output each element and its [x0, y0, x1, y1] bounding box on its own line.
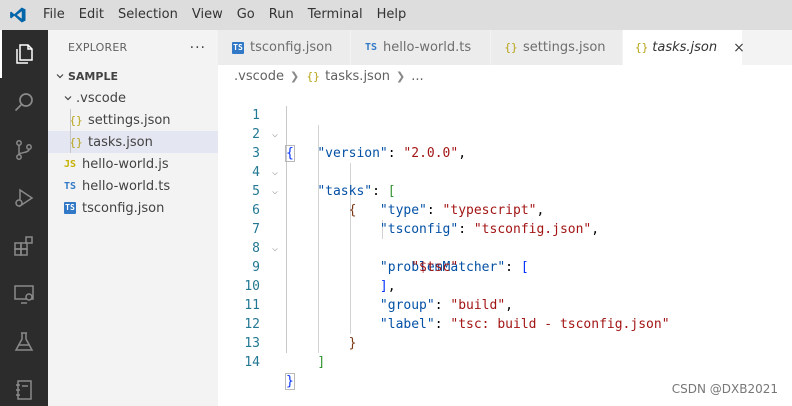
- code-line: 2 "version": "2.0.0",: [218, 106, 792, 161]
- close-icon[interactable]: ×: [733, 40, 745, 56]
- ts-file-icon: TS: [364, 42, 378, 53]
- code-line: 8 "$tsc": [218, 220, 792, 275]
- breadcrumb: .vscode ❯ {} tasks.json ❯ ...: [218, 65, 792, 87]
- json-file-icon: {}: [504, 41, 518, 54]
- tab-settings-json[interactable]: {} settings.json: [491, 30, 623, 65]
- code-line: 3 ⌵ "tasks": [: [218, 125, 792, 199]
- tree-item-settings-json[interactable]: {} settings.json: [48, 109, 218, 131]
- code-editor[interactable]: 1 ⌵ { 2 "version": "2.0.0", 3 ⌵ "tasks":…: [218, 87, 792, 406]
- indent-guide: [70, 109, 71, 131]
- activity-bar: [0, 30, 48, 406]
- ts-file-icon: TS: [63, 180, 77, 192]
- tab-label: settings.json: [523, 40, 606, 55]
- code-line: 9 ],: [218, 239, 792, 294]
- tab-hello-world-ts[interactable]: TS hello-world.ts: [351, 30, 491, 65]
- code-line: 5 "type": "typescript",: [218, 163, 792, 218]
- search-icon[interactable]: [0, 78, 48, 126]
- code-line: 14 }: [218, 334, 792, 390]
- explorer-header: EXPLORER ···: [48, 30, 218, 65]
- tree-item-hello-world-ts[interactable]: TS hello-world.ts: [48, 175, 218, 197]
- tree-item-label: hello-world.ts: [82, 178, 171, 194]
- code-line: 12 }: [218, 296, 792, 351]
- breadcrumb-folder[interactable]: .vscode: [234, 69, 284, 84]
- tab-label: tasks.json: [652, 40, 718, 55]
- code-line: 10 "group": "build",: [218, 258, 792, 313]
- menu-terminal[interactable]: Terminal: [301, 0, 370, 30]
- tsconfig-file-icon: TS: [64, 202, 76, 214]
- code-line: 1 ⌵ {: [218, 87, 792, 162]
- indent-guide: [70, 131, 71, 153]
- menu-run[interactable]: Run: [262, 0, 301, 30]
- breadcrumb-more[interactable]: ...: [411, 69, 423, 84]
- editor-tabs: TS tsconfig.json TS hello-world.ts {} se…: [218, 30, 792, 65]
- chevron-down-icon: [52, 71, 68, 81]
- js-file-icon: JS: [63, 158, 77, 170]
- more-actions-icon[interactable]: ···: [190, 40, 206, 56]
- watermark: CSDN @DXB2021: [671, 382, 778, 396]
- menu-go[interactable]: Go: [230, 0, 262, 30]
- code-line: 13 ]: [218, 315, 792, 370]
- tab-tsconfig-json[interactable]: TS tsconfig.json: [218, 30, 351, 65]
- workspace-root[interactable]: SAMPLE: [48, 65, 218, 87]
- tsconfig-file-icon: TS: [232, 41, 244, 54]
- tree-item-tsconfig-json[interactable]: TS tsconfig.json: [48, 197, 218, 219]
- chevron-right-icon: ❯: [396, 69, 406, 83]
- code-line: 7 ⌵ "problemMatcher": [: [218, 201, 792, 275]
- code-line: 4 ⌵ {: [218, 144, 792, 218]
- line-number: 14: [244, 355, 260, 370]
- json-file-icon: {}: [635, 41, 649, 54]
- explorer-title: EXPLORER: [68, 41, 128, 54]
- source-control-icon[interactable]: [0, 126, 48, 174]
- chevron-right-icon: ❯: [289, 69, 300, 83]
- explorer-sidebar: EXPLORER ··· SAMPLE .vscode {} settings.…: [48, 30, 218, 406]
- tree-item-label: tsconfig.json: [82, 200, 165, 216]
- tree-item-label: tasks.json: [88, 134, 153, 150]
- tab-label: tsconfig.json: [250, 40, 333, 55]
- tree-item-tasks-json[interactable]: {} tasks.json: [48, 131, 218, 153]
- testing-icon[interactable]: [0, 318, 48, 366]
- folder-vscode-label: .vscode: [76, 90, 126, 106]
- tab-label: hello-world.ts: [383, 40, 472, 55]
- menu-help[interactable]: Help: [370, 0, 414, 30]
- remote-explorer-icon[interactable]: [0, 270, 48, 318]
- menu-selection[interactable]: Selection: [111, 0, 185, 30]
- run-debug-icon[interactable]: [0, 174, 48, 222]
- extensions-icon[interactable]: [0, 222, 48, 270]
- vscode-logo-icon: [0, 0, 36, 30]
- tree-item-hello-world-js[interactable]: JS hello-world.js: [48, 153, 218, 175]
- code-line: 6 "tsconfig": "tsconfig.json",: [218, 182, 792, 237]
- menu-bar: File Edit Selection View Go Run Terminal…: [0, 0, 792, 30]
- breadcrumb-file[interactable]: tasks.json: [325, 69, 390, 84]
- tree-item-label: settings.json: [88, 112, 171, 128]
- code-line: 11 "label": "tsc: build - tsconfig.json": [218, 277, 792, 332]
- workspace-root-label: SAMPLE: [68, 69, 118, 83]
- notebook-icon[interactable]: [0, 366, 48, 406]
- menu-file[interactable]: File: [36, 0, 72, 30]
- folder-vscode[interactable]: .vscode: [48, 87, 218, 109]
- explorer-icon[interactable]: [0, 30, 48, 78]
- json-file-icon: {}: [306, 69, 320, 83]
- menu-edit[interactable]: Edit: [72, 0, 111, 30]
- tab-tasks-json[interactable]: {} tasks.json ×: [623, 30, 745, 65]
- menu-view[interactable]: View: [185, 0, 230, 30]
- chevron-down-icon: [60, 93, 76, 103]
- tree-item-label: hello-world.js: [82, 156, 169, 172]
